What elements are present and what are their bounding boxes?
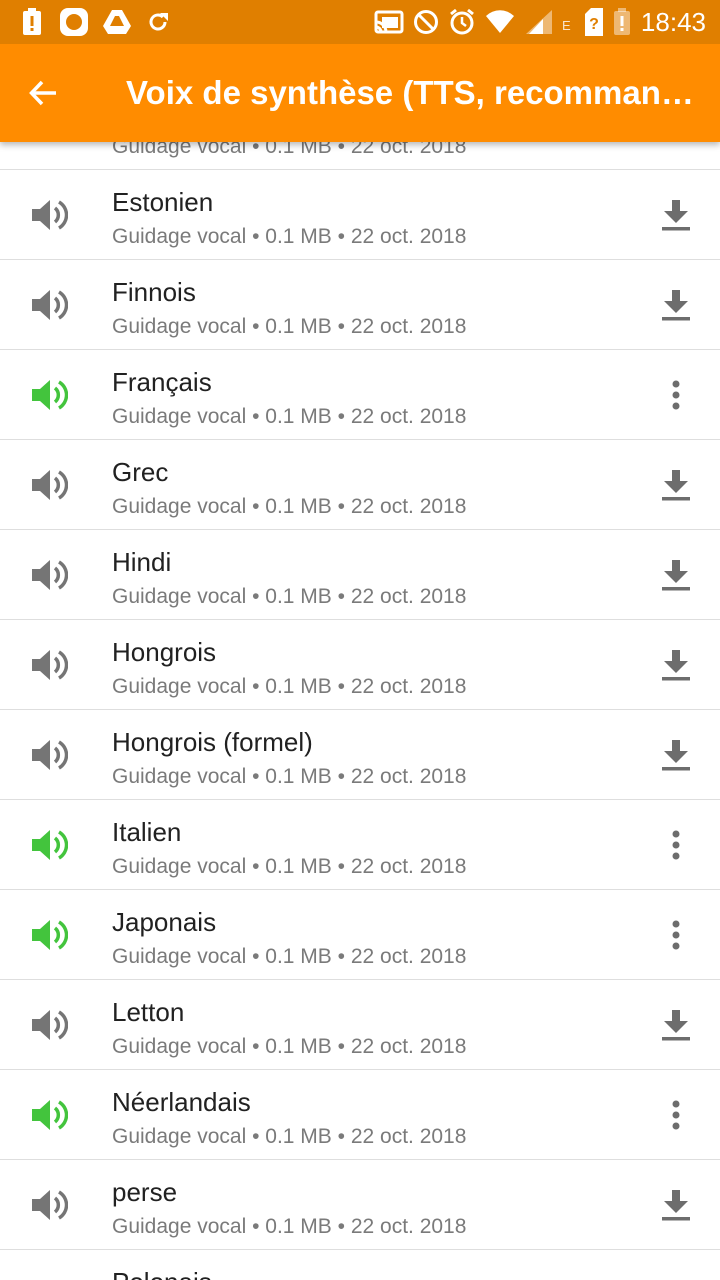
download-button[interactable] bbox=[652, 1181, 700, 1229]
download-icon bbox=[660, 648, 692, 682]
row-title: Néerlandais bbox=[112, 1087, 251, 1117]
row-subtitle: Guidage vocal • 0.1 MB • 22 oct. 2018 bbox=[112, 1125, 467, 1148]
sim-question-icon: ? bbox=[582, 8, 606, 36]
speaker-icon bbox=[28, 555, 69, 595]
battery-alert-icon bbox=[18, 8, 46, 36]
row-subtitle: Guidage vocal • 0.1 MB • 22 oct. 2018 bbox=[112, 315, 467, 338]
speaker-icon bbox=[28, 195, 69, 235]
more-options-button[interactable] bbox=[652, 1091, 700, 1139]
row-subtitle: Guidage vocal • 0.1 MB • 22 oct. 2018 bbox=[112, 585, 467, 608]
speaker-icon bbox=[28, 1095, 69, 1135]
screen: Guidage vocal • 0.1 MB • 22 oct. 2018 Es… bbox=[0, 0, 720, 1280]
download-icon bbox=[660, 558, 692, 592]
speaker-icon bbox=[28, 465, 69, 505]
status-time: 18:43 bbox=[640, 7, 706, 37]
list-item[interactable]: Finnois Guidage vocal • 0.1 MB • 22 oct. … bbox=[0, 260, 720, 350]
list-item[interactable]: Hongrois Guidage vocal • 0.1 MB • 22 oct.… bbox=[0, 620, 720, 710]
row-subtitle: Guidage vocal • 0.1 MB • 22 oct. 2018 bbox=[112, 495, 467, 518]
download-button[interactable] bbox=[652, 551, 700, 599]
speaker-icon bbox=[28, 375, 69, 415]
back-button[interactable] bbox=[20, 69, 68, 117]
svg-text:?: ? bbox=[589, 16, 599, 33]
speaker-icon bbox=[28, 915, 69, 955]
download-button[interactable] bbox=[652, 641, 700, 689]
row-subtitle: Guidage vocal • 0.1 MB • 22 oct. 2018 bbox=[112, 405, 467, 428]
alarm-icon bbox=[448, 8, 476, 36]
speaker-icon bbox=[28, 825, 69, 865]
more-options-button[interactable] bbox=[652, 911, 700, 959]
battery-low-icon bbox=[612, 8, 632, 36]
row-subtitle: Guidage vocal • 0.1 MB • 22 oct. 2018 bbox=[112, 765, 467, 788]
more-vert-icon bbox=[670, 829, 682, 861]
row-subtitle: Guidage vocal • 0.1 MB • 22 oct. 2018 bbox=[112, 945, 467, 968]
list-item[interactable]: Hongrois (formel) Guidage vocal • 0.1 MB … bbox=[0, 710, 720, 800]
row-title: Polonais bbox=[112, 1266, 212, 1280]
download-icon bbox=[660, 738, 692, 772]
download-icon bbox=[660, 1008, 692, 1042]
signal-icon bbox=[524, 8, 554, 36]
arrow-back-icon bbox=[29, 80, 56, 106]
row-subtitle: Guidage vocal • 0.1 MB • 22 oct. 2018 bbox=[112, 225, 467, 248]
row-title: Hongrois bbox=[112, 637, 217, 667]
download-button[interactable] bbox=[652, 1271, 700, 1280]
row-title: Grec bbox=[112, 457, 169, 487]
list-item[interactable]: Estonien Guidage vocal • 0.1 MB • 22 oct.… bbox=[0, 170, 720, 260]
row-title: Estonien bbox=[112, 187, 214, 217]
more-vert-icon bbox=[670, 919, 682, 951]
download-icon bbox=[660, 1188, 692, 1222]
list-item[interactable]: Letton Guidage vocal • 0.1 MB • 22 oct. 2… bbox=[0, 980, 720, 1070]
list-item[interactable]: Italien Guidage vocal • 0.1 MB • 22 oct. … bbox=[0, 800, 720, 890]
app-icon bbox=[58, 8, 90, 36]
page-title: Voix de synthèse (TTS, recommand… bbox=[126, 74, 710, 111]
list-item[interactable]: perse Guidage vocal • 0.1 MB • 22 oct. 20… bbox=[0, 1160, 720, 1250]
download-button[interactable] bbox=[652, 281, 700, 329]
list-item[interactable]: Polonais bbox=[0, 1250, 720, 1280]
row-title: Hongrois (formel) bbox=[112, 727, 313, 757]
more-options-button[interactable] bbox=[652, 371, 700, 419]
download-icon bbox=[660, 198, 692, 232]
list-item[interactable]: Japonais Guidage vocal • 0.1 MB • 22 oct.… bbox=[0, 890, 720, 980]
download-icon bbox=[660, 468, 692, 502]
row-subtitle: Guidage vocal • 0.1 MB • 22 oct. 2018 bbox=[112, 855, 467, 878]
drive-icon bbox=[102, 8, 132, 36]
row-title: Italien bbox=[112, 817, 182, 847]
row-title: Finnois bbox=[112, 277, 196, 307]
sync-icon bbox=[144, 8, 172, 36]
wifi-icon bbox=[484, 8, 516, 36]
speaker-icon bbox=[28, 735, 69, 775]
row-title: Français bbox=[112, 367, 212, 397]
download-button[interactable] bbox=[652, 191, 700, 239]
list-item[interactable]: Français Guidage vocal • 0.1 MB • 22 oct.… bbox=[0, 350, 720, 440]
network-type-label: E bbox=[562, 18, 571, 33]
speaker-icon bbox=[28, 1185, 69, 1225]
speaker-icon bbox=[28, 1275, 68, 1280]
row-subtitle: Guidage vocal • 0.1 MB • 22 oct. 2018 bbox=[112, 1215, 467, 1238]
more-vert-icon bbox=[670, 1099, 682, 1131]
list-item[interactable]: Grec Guidage vocal • 0.1 MB • 22 oct. 201… bbox=[0, 440, 720, 530]
download-button[interactable] bbox=[652, 461, 700, 509]
status-bar: E ? 18:43 bbox=[0, 0, 720, 44]
row-title: Letton bbox=[112, 997, 185, 1027]
row-subtitle: Guidage vocal • 0.1 MB • 22 oct. 2018 bbox=[112, 1035, 467, 1058]
download-button[interactable] bbox=[652, 1001, 700, 1049]
row-title: Hindi bbox=[112, 547, 172, 577]
speaker-icon bbox=[28, 1005, 69, 1045]
more-options-button[interactable] bbox=[652, 821, 700, 869]
row-subtitle: Guidage vocal • 0.1 MB • 22 oct. 2018 bbox=[112, 675, 467, 698]
download-icon bbox=[660, 288, 692, 322]
do-not-disturb-icon bbox=[412, 8, 440, 36]
speaker-icon bbox=[28, 285, 69, 325]
list-item[interactable]: Néerlandais Guidage vocal • 0.1 MB • 22 o… bbox=[0, 1070, 720, 1160]
speaker-icon bbox=[28, 645, 69, 685]
more-vert-icon bbox=[670, 379, 682, 411]
voice-list[interactable]: Guidage vocal • 0.1 MB • 22 oct. 2018 Es… bbox=[0, 80, 720, 1280]
cast-icon bbox=[374, 8, 404, 36]
list-item[interactable]: Hindi Guidage vocal • 0.1 MB • 22 oct. 20… bbox=[0, 530, 720, 620]
app-bar: Voix de synthèse (TTS, recommand… bbox=[0, 44, 720, 142]
row-title: perse bbox=[112, 1177, 178, 1207]
row-title: Japonais bbox=[112, 907, 217, 937]
download-button[interactable] bbox=[652, 731, 700, 779]
